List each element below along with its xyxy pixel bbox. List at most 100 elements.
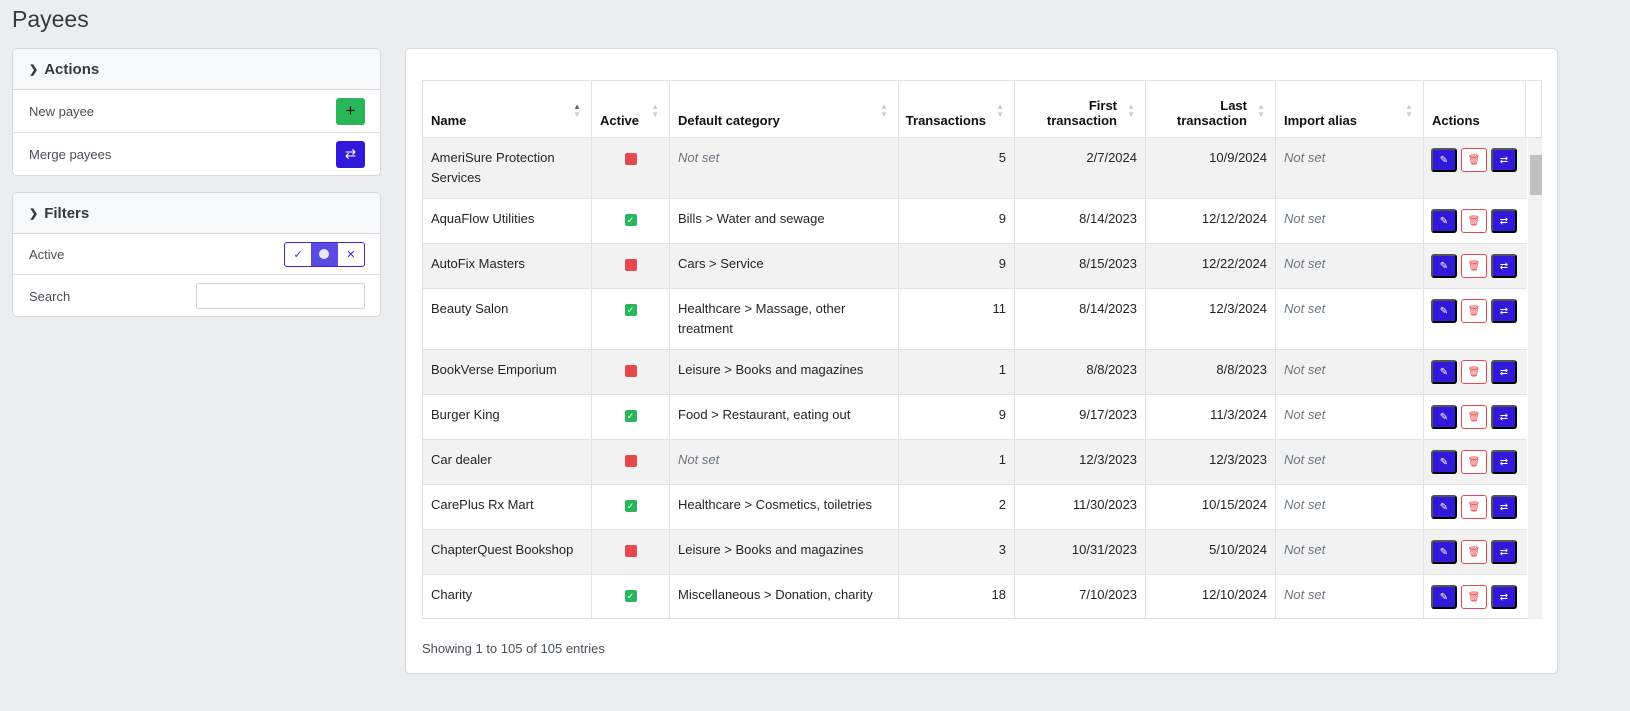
delete-button[interactable]: 🗑	[1461, 299, 1487, 323]
active-yes-option[interactable]: ✓	[285, 243, 311, 266]
column-header-first-transaction[interactable]: First transaction ▲ ▼	[1015, 81, 1146, 137]
category-cell: Leisure > Books and magazines	[670, 350, 899, 394]
merge-button[interactable]: ⇄	[1491, 299, 1517, 323]
first-transaction-cell: 7/10/2023	[1015, 575, 1146, 619]
last-transaction-cell: 12/22/2024	[1146, 244, 1276, 288]
edit-icon: ✎	[1439, 411, 1449, 423]
edit-icon: ✎	[1439, 546, 1449, 558]
column-label: Import alias	[1284, 113, 1357, 128]
trash-icon: 🗑	[1467, 501, 1481, 513]
scrollbar-thumb[interactable]	[1530, 155, 1542, 195]
column-header-default-category[interactable]: Default category ▲ ▼	[670, 81, 899, 137]
merge-button[interactable]: ⇄	[1491, 585, 1517, 609]
name-cell: AutoFix Masters	[423, 244, 592, 288]
cell-text: Cars > Service	[678, 256, 764, 271]
filters-panel-header[interactable]: ❯ Filters	[13, 193, 380, 234]
column-header-import-alias[interactable]: Import alias ▲ ▼	[1276, 81, 1424, 137]
column-header-last-transaction[interactable]: Last transaction ▲ ▼	[1146, 81, 1276, 137]
name-cell: AquaFlow Utilities	[423, 199, 592, 243]
last-transaction-cell: 10/9/2024	[1146, 138, 1276, 198]
first-transaction-cell: 8/14/2023	[1015, 199, 1146, 243]
edit-icon: ✎	[1439, 154, 1449, 166]
search-input[interactable]	[196, 283, 365, 309]
scrollbar[interactable]	[1528, 138, 1542, 619]
cell-text: Not set	[1284, 301, 1326, 316]
active-cell	[592, 244, 670, 288]
edit-button[interactable]: ✎	[1431, 450, 1457, 474]
delete-button[interactable]: 🗑	[1461, 540, 1487, 564]
cell-text: ChapterQuest Bookshop	[431, 542, 574, 557]
import-alias-cell: Not set	[1276, 244, 1424, 288]
delete-button[interactable]: 🗑	[1461, 209, 1487, 233]
sort-icon: ▲ ▼	[573, 102, 581, 119]
column-header-transactions[interactable]: Transactions ▲ ▼	[899, 81, 1015, 137]
delete-button[interactable]: 🗑	[1461, 254, 1487, 278]
delete-button[interactable]: 🗑	[1461, 585, 1487, 609]
last-transaction-cell: 11/3/2024	[1146, 395, 1276, 439]
trash-icon: 🗑	[1467, 546, 1481, 558]
edit-icon: ✎	[1439, 305, 1449, 317]
column-header-active[interactable]: Active ▲ ▼	[592, 81, 670, 137]
import-alias-cell: Not set	[1276, 440, 1424, 484]
check-icon: ✓	[624, 303, 637, 316]
shuffle-icon: ⇄	[1499, 154, 1509, 166]
edit-button[interactable]: ✎	[1431, 254, 1457, 278]
edit-button[interactable]: ✎	[1431, 540, 1457, 564]
merge-button[interactable]: ⇄	[1491, 540, 1517, 564]
filters-title: Filters	[44, 204, 90, 222]
active-cell	[592, 530, 670, 574]
merge-payees-button[interactable]: ⇄	[336, 140, 365, 168]
delete-button[interactable]: 🗑	[1461, 148, 1487, 172]
merge-button[interactable]: ⇄	[1491, 450, 1517, 474]
inactive-icon	[624, 152, 637, 165]
cell-text: 8/8/2023	[1086, 362, 1137, 377]
merge-button[interactable]: ⇄	[1491, 360, 1517, 384]
transactions-cell: 9	[899, 395, 1015, 439]
search-label: Search	[29, 288, 71, 304]
edit-button[interactable]: ✎	[1431, 299, 1457, 323]
cell-text: 18	[991, 587, 1006, 602]
active-any-option[interactable]	[311, 242, 338, 266]
name-cell: Car dealer	[423, 440, 592, 484]
edit-button[interactable]: ✎	[1431, 360, 1457, 384]
cell-text: Not set	[1284, 150, 1326, 165]
column-header-name[interactable]: Name ▲ ▼	[423, 81, 592, 137]
inactive-icon	[624, 364, 637, 377]
import-alias-cell: Not set	[1276, 289, 1424, 349]
delete-button[interactable]: 🗑	[1461, 405, 1487, 429]
cell-text: BookVerse Emporium	[431, 362, 557, 377]
active-no-option[interactable]: ✕	[338, 243, 364, 266]
active-cell	[592, 350, 670, 394]
cell-text: AmeriSure Protection Services	[431, 150, 555, 185]
category-cell: Miscellaneous > Donation, charity	[670, 575, 899, 619]
merge-button[interactable]: ⇄	[1491, 209, 1517, 233]
edit-button[interactable]: ✎	[1431, 585, 1457, 609]
edit-button[interactable]: ✎	[1431, 405, 1457, 429]
edit-button[interactable]: ✎	[1431, 148, 1457, 172]
actions-cell: ✎ 🗑 ⇄	[1424, 530, 1526, 574]
trash-icon: 🗑	[1467, 154, 1481, 166]
cell-text: Not set	[1284, 256, 1326, 271]
edit-icon: ✎	[1439, 456, 1449, 468]
edit-icon: ✎	[1439, 366, 1449, 378]
cell-text: Not set	[1284, 542, 1326, 557]
cell-text: 12/22/2024	[1201, 256, 1267, 271]
delete-button[interactable]: 🗑	[1461, 360, 1487, 384]
edit-button[interactable]: ✎	[1431, 495, 1457, 519]
merge-button[interactable]: ⇄	[1491, 495, 1517, 519]
category-cell: Bills > Water and sewage	[670, 199, 899, 243]
cell-text: Healthcare > Massage, other treatment	[678, 301, 846, 336]
merge-button[interactable]: ⇄	[1491, 148, 1517, 172]
new-payee-button[interactable]: +	[336, 97, 365, 125]
merge-button[interactable]: ⇄	[1491, 254, 1517, 278]
merge-button[interactable]: ⇄	[1491, 405, 1517, 429]
actions-panel-header[interactable]: ❯ Actions	[13, 49, 380, 90]
delete-button[interactable]: 🗑	[1461, 495, 1487, 519]
cell-text: 10/31/2023	[1071, 542, 1137, 557]
delete-button[interactable]: 🗑	[1461, 450, 1487, 474]
last-transaction-cell: 12/3/2023	[1146, 440, 1276, 484]
check-icon: ✓	[624, 213, 637, 226]
edit-button[interactable]: ✎	[1431, 209, 1457, 233]
table-row: AutoFix Masters Cars > Service 9 8/15/2023 1…	[423, 244, 1527, 289]
actions-cell: ✎ 🗑 ⇄	[1424, 350, 1526, 394]
